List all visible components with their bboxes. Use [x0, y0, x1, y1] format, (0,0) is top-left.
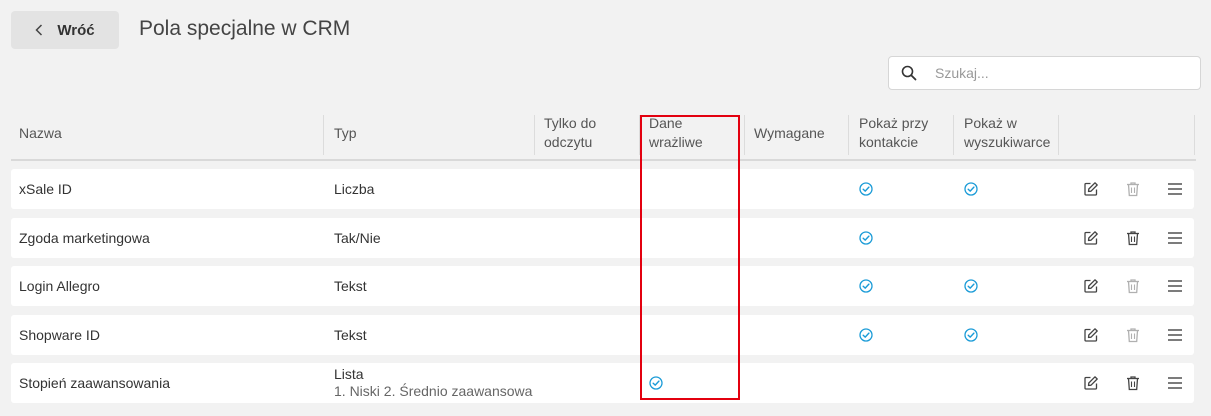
menu-icon[interactable]	[1166, 180, 1184, 198]
column-header-required[interactable]: Wymagane	[746, 107, 848, 159]
table-row[interactable]: Stopień zaawansowania Lista 1. Niski 2. Śr…	[11, 363, 1194, 403]
trash-icon[interactable]	[1124, 277, 1142, 295]
check-circle-icon	[859, 182, 873, 196]
chevron-left-icon	[35, 24, 43, 36]
field-name: Stopień zaawansowania	[19, 375, 170, 391]
field-type-options: 1. Niski 2. Średnio zaawansowa	[334, 383, 533, 399]
check-circle-icon	[859, 279, 873, 293]
column-header-name[interactable]: Nazwa	[11, 107, 323, 159]
column-divider	[639, 115, 640, 155]
edit-icon[interactable]	[1082, 229, 1100, 247]
check-circle-icon	[859, 230, 873, 245]
table-header: Nazwa Typ Tylko do odczytu Dane wrażliwe…	[11, 107, 1196, 161]
check-circle-icon	[964, 279, 978, 293]
column-header-show-search[interactable]: Pokaż w wyszukiwarce	[956, 107, 1058, 159]
column-divider	[953, 115, 954, 155]
trash-icon[interactable]	[1124, 374, 1142, 392]
table-row[interactable]: Zgoda marketingowa Tak/Nie	[11, 217, 1194, 258]
menu-icon[interactable]	[1166, 374, 1184, 392]
menu-icon[interactable]	[1166, 326, 1184, 344]
check-circle-icon	[964, 182, 978, 196]
table-row[interactable]: xSale ID Liczba	[11, 169, 1194, 209]
field-type-label: Liczba	[334, 181, 375, 197]
edit-icon[interactable]	[1082, 180, 1100, 198]
check-circle-icon	[859, 327, 873, 342]
table-row[interactable]: Shopware ID Tekst	[11, 314, 1194, 355]
check-circle-icon	[964, 327, 978, 342]
field-type: Tekst	[334, 266, 367, 306]
field-type: Liczba	[334, 169, 374, 209]
field-type: Lista 1. Niski 2. Średnio zaawansowa	[334, 363, 532, 403]
search-input[interactable]	[929, 65, 1200, 81]
back-button-label: Wróć	[57, 21, 95, 39]
search-box[interactable]	[888, 56, 1201, 90]
field-type-label: Tekst	[334, 278, 367, 294]
trash-icon[interactable]	[1124, 229, 1142, 247]
column-header-show-contact[interactable]: Pokaż przy kontakcie	[851, 107, 953, 159]
field-type-label: Lista	[334, 366, 364, 382]
menu-icon[interactable]	[1166, 277, 1184, 295]
field-type: Tekst	[334, 315, 367, 355]
column-divider	[744, 115, 745, 155]
edit-icon[interactable]	[1082, 277, 1100, 295]
trash-icon[interactable]	[1124, 180, 1142, 198]
column-header-readonly[interactable]: Tylko do odczytu	[536, 107, 639, 159]
field-name: Zgoda marketingowa	[19, 229, 150, 246]
column-divider	[1058, 115, 1059, 155]
field-name: Shopware ID	[19, 326, 100, 343]
field-type-label: Tak/Nie	[334, 229, 381, 246]
column-header-sensitive[interactable]: Dane wrażliwe	[641, 107, 744, 159]
edit-icon[interactable]	[1082, 326, 1100, 344]
column-divider	[1194, 115, 1195, 155]
search-icon	[889, 65, 929, 81]
column-divider	[534, 115, 535, 155]
trash-icon[interactable]	[1124, 326, 1142, 344]
field-name: Login Allegro	[19, 278, 100, 294]
field-type-label: Tekst	[334, 326, 367, 343]
field-type: Tak/Nie	[334, 218, 381, 258]
edit-icon[interactable]	[1082, 374, 1100, 392]
column-divider	[323, 115, 324, 155]
menu-icon[interactable]	[1166, 229, 1184, 247]
check-circle-icon	[649, 376, 663, 390]
column-divider	[848, 115, 849, 155]
column-header-type[interactable]: Typ	[326, 107, 534, 159]
table-row[interactable]: Login Allegro Tekst	[11, 266, 1194, 306]
field-name: xSale ID	[19, 181, 72, 197]
back-button[interactable]: Wróć	[11, 11, 119, 49]
page-title: Pola specjalne w CRM	[139, 17, 351, 40]
